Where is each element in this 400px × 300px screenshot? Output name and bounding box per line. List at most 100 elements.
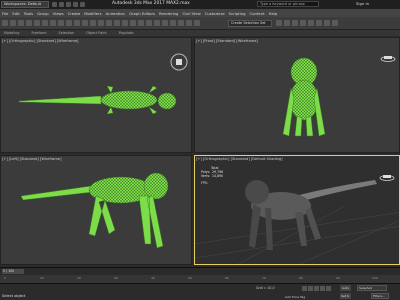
tick-label: 10: [40, 276, 44, 280]
render-setup-icon[interactable]: [300, 20, 306, 26]
layer-explorer-icon[interactable]: [186, 20, 192, 26]
viewport-left[interactable]: [+] [Left] [Standard] [Wireframe]: [0, 155, 192, 265]
render-production-icon[interactable]: [316, 20, 322, 26]
angle-snap-icon[interactable]: [138, 20, 144, 26]
previous-frame-icon[interactable]: [308, 286, 313, 291]
workspace-dropdown[interactable]: Workspaces: Default: [1, 1, 49, 8]
menu-views[interactable]: Views: [53, 11, 64, 16]
menu-tools[interactable]: Tools: [24, 11, 33, 16]
window-crossing-icon[interactable]: [74, 20, 80, 26]
menu-scripting[interactable]: Scripting: [229, 11, 246, 16]
unlink-icon[interactable]: [26, 20, 32, 26]
edit-named-selection-icon[interactable]: [162, 20, 168, 26]
playback-controls: [302, 286, 331, 291]
toolbar-icon-group: [2, 20, 200, 26]
ribbon-tab-populate[interactable]: Populate: [119, 30, 134, 36]
ribbon-tab-object-paint[interactable]: Object Paint: [86, 30, 107, 36]
sign-in-link[interactable]: Sign In: [356, 1, 369, 6]
ribbon-tab-modeling[interactable]: Modeling: [4, 30, 19, 36]
rendered-frame-icon[interactable]: [308, 20, 314, 26]
monkey-side-wireframe[interactable]: [20, 172, 169, 249]
undo-icon[interactable]: [73, 2, 78, 7]
ribbon-tab-selection[interactable]: Selection: [59, 30, 75, 36]
menu-graph-editors[interactable]: Graph Editors: [129, 11, 155, 16]
menu-rendering[interactable]: Rendering: [159, 11, 178, 16]
material-editor-icon[interactable]: [292, 20, 298, 26]
monkey-shaded-model[interactable]: [245, 180, 377, 250]
set-key-button[interactable]: Set K.: [340, 293, 351, 299]
align-icon[interactable]: [178, 20, 184, 26]
rectangle-select-icon[interactable]: [66, 20, 72, 26]
front-view-canvas: [282, 56, 396, 137]
menu-customize[interactable]: Customize: [205, 11, 225, 16]
tick-label: 30: [114, 276, 118, 280]
percent-snap-icon[interactable]: [146, 20, 152, 26]
link-icon[interactable]: [18, 20, 24, 26]
save-icon[interactable]: [66, 2, 71, 7]
monkey-front-wireframe[interactable]: [282, 57, 326, 137]
app-title: Autodesk 3ds Max 2017 MAX2.max: [112, 1, 190, 6]
tick-label: 80: [299, 276, 303, 280]
go-to-start-icon[interactable]: [302, 286, 307, 291]
time-slider[interactable]: 0 / 100: [0, 267, 400, 275]
curve-editor-icon[interactable]: [276, 20, 282, 26]
camera-target-icon[interactable]: [170, 53, 188, 71]
new-file-icon[interactable]: [52, 2, 57, 7]
menu-civil-view[interactable]: Civil View: [182, 11, 200, 16]
place-icon[interactable]: [106, 20, 112, 26]
search-input[interactable]: Type a keyword or phrase: [257, 1, 319, 7]
light-icon[interactable]: [380, 56, 396, 62]
tick-label: 40: [151, 276, 155, 280]
open-file-icon[interactable]: [59, 2, 64, 7]
menu-animation[interactable]: Animation: [106, 11, 125, 16]
play-icon[interactable]: [314, 286, 319, 291]
viewport-perspective[interactable]: [+] [Orthographic] [Standard] [Default S…: [194, 155, 400, 265]
toggle-ribbon-icon[interactable]: [194, 20, 200, 26]
bind-space-warp-icon[interactable]: [34, 20, 40, 26]
auto-key-button[interactable]: Auto: [340, 285, 351, 291]
redo-icon[interactable]: [10, 20, 16, 26]
menu-content[interactable]: Content: [250, 11, 265, 16]
select-by-name-icon[interactable]: [58, 20, 64, 26]
go-to-end-icon[interactable]: [326, 286, 331, 291]
render-iterative-icon[interactable]: [324, 20, 330, 26]
add-time-tag-button[interactable]: Add Time Tag: [285, 295, 305, 299]
viewport-front[interactable]: [+] [Front] [Standard] [Wireframe]: [194, 37, 400, 153]
selection-filter-icon[interactable]: [42, 20, 48, 26]
rotate-icon[interactable]: [90, 20, 96, 26]
schematic-view-icon[interactable]: [284, 20, 290, 26]
tick-label: 50: [188, 276, 192, 280]
frame-indicator[interactable]: 0 / 100: [2, 269, 24, 274]
tick-label: 20: [77, 276, 81, 280]
tick-label: 100: [372, 276, 378, 280]
menu-create[interactable]: Create: [68, 11, 81, 16]
key-filters-button[interactable]: Filters...: [371, 293, 389, 299]
status-message: Select object: [2, 294, 26, 298]
mirror-icon[interactable]: [170, 20, 176, 26]
menu-edit[interactable]: Edit: [12, 11, 19, 16]
ribbon-tab-freeform[interactable]: Freeform: [31, 30, 46, 36]
pivot-center-icon[interactable]: [122, 20, 128, 26]
key-filter-dropdown[interactable]: Selected: [357, 285, 387, 291]
spinner-snap-icon[interactable]: [154, 20, 160, 26]
undo-icon[interactable]: [2, 20, 8, 26]
select-object-icon[interactable]: [50, 20, 56, 26]
move-icon[interactable]: [82, 20, 88, 26]
scale-icon[interactable]: [98, 20, 104, 26]
track-bar[interactable]: 0 10 20 30 40 50 60 70 80 90 100: [0, 275, 400, 283]
top-view-canvas: [18, 53, 188, 115]
next-frame-icon[interactable]: [320, 286, 325, 291]
light-icon[interactable]: [379, 175, 395, 181]
redo-icon[interactable]: [80, 2, 85, 7]
menu-modifiers[interactable]: Modifiers: [84, 11, 101, 16]
verts-label: Verts:: [201, 174, 211, 178]
selection-set-dropdown[interactable]: Create Selection Set: [228, 20, 272, 27]
monkey-top-wireframe[interactable]: [18, 85, 177, 115]
viewport-top[interactable]: [+] [Orthographic] [Standard] [Wireframe…: [0, 37, 192, 153]
menu-group[interactable]: Group: [37, 11, 49, 16]
menu-file[interactable]: File: [2, 11, 8, 16]
a360-icon[interactable]: [332, 20, 338, 26]
snap-toggle-icon[interactable]: [130, 20, 136, 26]
menu-help[interactable]: Help: [269, 11, 278, 16]
reference-coord-icon[interactable]: [114, 20, 120, 26]
